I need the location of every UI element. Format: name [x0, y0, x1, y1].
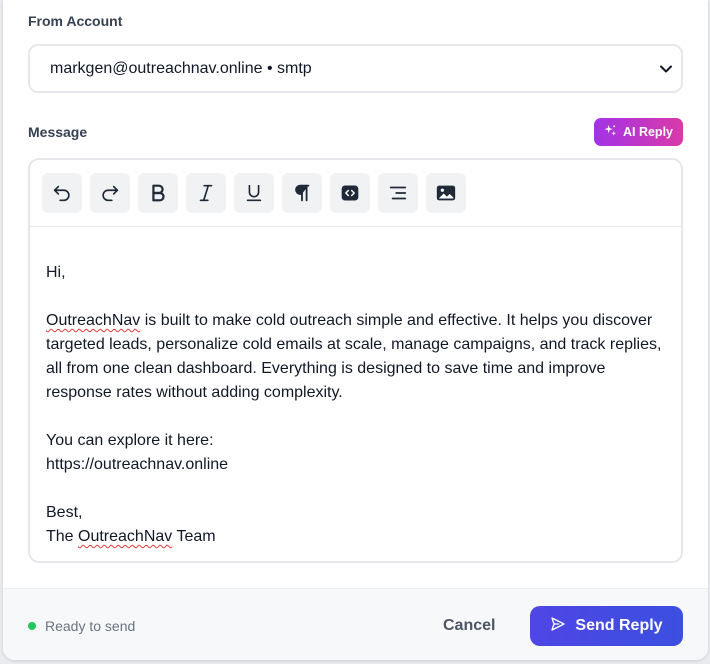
underline-icon[interactable]: [234, 173, 274, 213]
status-dot: [28, 622, 36, 630]
undo-icon[interactable]: [42, 173, 82, 213]
status-text: Ready to send: [45, 618, 136, 634]
message-editor[interactable]: Hi, OutreachNav is built to make cold ou…: [28, 158, 683, 563]
chevron-down-icon: [659, 62, 673, 76]
sparkles-icon: [604, 124, 617, 140]
italic-icon[interactable]: [186, 173, 226, 213]
from-account-label: From Account: [28, 13, 123, 29]
cancel-button[interactable]: Cancel: [443, 613, 495, 639]
editor-toolbar: [30, 160, 681, 227]
code-icon[interactable]: [330, 173, 370, 213]
body-explore-line: You can explore it here:: [46, 432, 214, 449]
paragraph-icon[interactable]: [282, 173, 322, 213]
body-signoff: Best,: [46, 504, 83, 521]
message-body[interactable]: Hi, OutreachNav is built to make cold ou…: [30, 227, 681, 549]
align-right-icon[interactable]: [378, 173, 418, 213]
ai-reply-label: AI Reply: [622, 125, 673, 139]
bold-icon[interactable]: [138, 173, 178, 213]
body-link: https://outreachnav.online: [46, 456, 229, 473]
send-reply-label: Send Reply: [575, 617, 663, 634]
body-paragraph: OutreachNav is built to make cold outrea…: [46, 312, 662, 401]
body-signature: The OutreachNav Team: [46, 528, 216, 545]
spellcheck-word: OutreachNav: [78, 528, 173, 545]
redo-icon[interactable]: [90, 173, 130, 213]
send-icon: [550, 616, 566, 637]
image-icon[interactable]: [426, 173, 466, 213]
reply-panel: From Account markgen@outreachnav.online …: [3, 0, 708, 660]
body-greeting: Hi,: [46, 264, 66, 281]
spellcheck-word: OutreachNav: [46, 312, 141, 329]
ai-reply-button[interactable]: AI Reply: [594, 118, 683, 146]
from-account-select[interactable]: markgen@outreachnav.online • smtp: [28, 44, 683, 93]
message-label: Message: [28, 124, 88, 140]
footer-bar: Ready to send Cancel Send Reply: [3, 588, 708, 660]
send-status: Ready to send: [28, 618, 135, 634]
from-account-value: markgen@outreachnav.online • smtp: [50, 59, 312, 77]
send-reply-button[interactable]: Send Reply: [530, 606, 683, 646]
